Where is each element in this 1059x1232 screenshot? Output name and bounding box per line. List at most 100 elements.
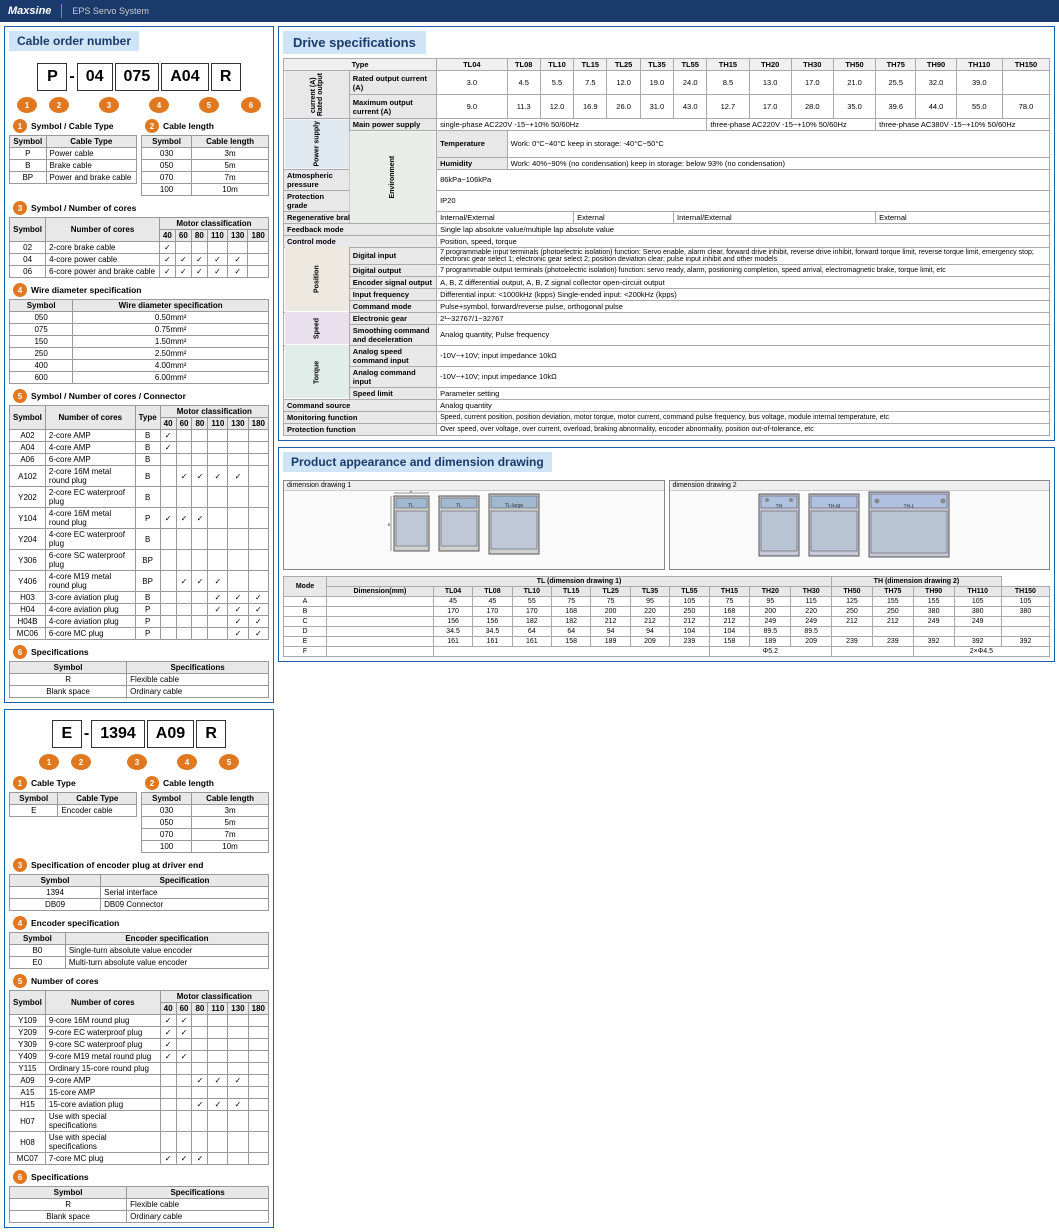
tl-drive-illustration: TL A B TL (284, 491, 664, 561)
table-row: 10010m (142, 841, 269, 853)
cable-tables-row1: 1 Symbol / Cable Type Symbol Cable Type (9, 117, 269, 196)
num-e3: 3 (13, 858, 27, 872)
table-row: A1022-core 16M metal round plugB✓✓✓✓ (10, 466, 269, 487)
drawing-tl: dimension drawing 1 TL A (283, 480, 665, 570)
num-6a: 6 (13, 645, 27, 659)
cable-length-table: Symbol Cable length 0303m 0505m 0707m 10… (141, 135, 269, 196)
cable-type-section: 1 Symbol / Cable Type Symbol Cable Type (9, 117, 137, 196)
wire-dia-table: Symbol Wire diameter specification 0500.… (9, 299, 269, 384)
table-row: 1501.50mm² (10, 336, 269, 348)
e-code-section: E - 1394 A09 R 1 2 3 4 5 (4, 709, 274, 1228)
table-row: Speed Electronic gear 2¹~32767/1~32767 (284, 312, 1050, 324)
code-num-3: 3 (99, 97, 119, 113)
enc-spec-section: 4 Encoder specification SymbolEncoder sp… (9, 914, 269, 969)
svg-text:TL: TL (408, 503, 414, 509)
drawing2-label: dimension drawing 2 (670, 481, 1050, 491)
table-row: Analog command input -10V~+10V; input im… (284, 366, 1050, 387)
enc-flex-section: 6 Specifications SymbolSpecifications RF… (9, 1168, 269, 1223)
table-row: Torque Analog speed command input -10V~+… (284, 345, 1050, 366)
table-row: 4004.00mm² (10, 360, 269, 372)
table-row: 0505m (142, 160, 269, 172)
table-row: 0303m (142, 148, 269, 160)
enc-plug-table: SymbolSpecification 1394Serial interface… (9, 874, 269, 911)
svg-text:TL: TL (456, 503, 462, 509)
svg-text:TL-large: TL-large (504, 503, 523, 509)
code-num-5: 5 (199, 97, 219, 113)
table-row: A066-core AMPB (10, 454, 269, 466)
e-code-display: E - 1394 A09 R (9, 720, 269, 748)
page: Maxsine EPS Servo System Cable order num… (0, 0, 1059, 1232)
enc-length-section: 2 Cable length SymbolCable length 0303m … (141, 774, 269, 853)
table-row: B Brake cable (10, 160, 137, 172)
dimension-section: Mode TL (dimension drawing 1) TH (dimens… (279, 574, 1054, 661)
table-row: 04 4-core power cable ✓✓✓✓✓ (10, 254, 269, 266)
cores-table: Symbol Number of cores Motor classificat… (9, 217, 269, 278)
table-row: Smoothing command and deceleration Analo… (284, 324, 1050, 345)
cable-type-table: Symbol Cable Type P Power cable (9, 135, 137, 184)
table-row: H04B4-core aviation plugP✓✓ (10, 616, 269, 628)
code-enum-2: 2 (71, 754, 91, 770)
spec-header: 6 Specifications (9, 643, 269, 661)
table-row: D 34.534.56464949410410489.589.5 (284, 626, 1050, 636)
encoder-tables-row1: 1 Cable Type SymbolCable Type EEncoder c… (9, 774, 269, 853)
table-row: H1515-core aviation plug✓✓✓ (10, 1099, 269, 1111)
enc-cores-table: Symbol Number of cores Motor classificat… (9, 990, 269, 1165)
table-row: Y4064-core M19 metal round plugBP✓✓✓ (10, 571, 269, 592)
left-panel: Cable order number P - 04 075 A04 R 1 2 … (4, 26, 274, 1228)
table-row: A099-core AMP✓✓✓ (10, 1075, 269, 1087)
table-row: F Φ5.2 2×Φ4.5 (284, 646, 1050, 656)
table-row: E0Multi-turn absolute value encoder (10, 957, 269, 969)
table-row: Blank spaceOrdinary cable (10, 1211, 269, 1223)
table-row: Environment Temperature Work: 0°C~40°C k… (284, 131, 1050, 158)
num-1: 1 (13, 119, 27, 133)
enc-type-table: SymbolCable Type EEncoder cable (9, 792, 137, 817)
drawing-th: dimension drawing 2 TH (669, 480, 1051, 570)
svg-text:TH: TH (776, 504, 783, 510)
product-appearance-box: Product appearance and dimension drawing… (278, 447, 1055, 662)
table-row: Y3066-core SC waterproof plugBP (10, 550, 269, 571)
table-row: C 15615618218221221221221224924921221224… (284, 616, 1050, 626)
table-row: 0505m (142, 817, 269, 829)
cable-type-header: 1 Symbol / Cable Type (9, 117, 137, 135)
table-row: Y2022-core EC waterproof plugB (10, 487, 269, 508)
table-row: 02 2-core brake cable ✓ (10, 242, 269, 254)
code-num-2: 2 (49, 97, 69, 113)
wire-dia-header: 4 Wire diameter specification (9, 281, 269, 299)
drawings-area: dimension drawing 1 TL A (279, 476, 1054, 574)
table-row: Encoder signal output A, B, Z differenti… (284, 276, 1050, 288)
table-row: H044-core aviation plugP✓✓✓ (10, 604, 269, 616)
table-row: 06 6-core power and brake cable ✓✓✓✓✓ (10, 266, 269, 278)
wire-dia-section: 4 Wire diameter specification Symbol Wir… (9, 281, 269, 384)
connector-table: Symbol Number of cores Type Motor classi… (9, 405, 269, 640)
table-row: 0750.75mm² (10, 324, 269, 336)
table-row: Feedback mode Single lap absolute value/… (284, 223, 1050, 235)
code-num-4: 4 (149, 97, 169, 113)
table-row: 10010m (142, 184, 269, 196)
enc-cores-header: 5 Number of cores (9, 972, 269, 990)
main-content: Cable order number P - 04 075 A04 R 1 2 … (0, 22, 1059, 1232)
table-row: RFlexible cable (10, 1199, 269, 1211)
table-row: 0707m (142, 172, 269, 184)
table-row: A044-core AMPB✓ (10, 442, 269, 454)
num-4a: 4 (13, 283, 27, 297)
num-e5: 5 (13, 974, 27, 988)
code-r: R (211, 63, 241, 91)
table-row: Digital output 7 programmable output ter… (284, 264, 1050, 276)
num-e6: 6 (13, 1170, 27, 1184)
table-row: Y3099-core SC waterproof plug✓ (10, 1039, 269, 1051)
th-drive-svg: TH TH-M (749, 491, 969, 561)
cable-order-section: Cable order number P - 04 075 A04 R 1 2 … (4, 26, 274, 703)
table-row: Rated outputcurrent (A) Rated output cur… (284, 71, 1050, 95)
code-r2: R (196, 720, 226, 748)
table-row: H033-core aviation plugB✓✓✓ (10, 592, 269, 604)
th-drive-illustration: TH TH-M (670, 491, 1050, 561)
num-e4: 4 (13, 916, 27, 930)
code-a09: A09 (147, 720, 194, 748)
table-row: P Power cable (10, 148, 137, 160)
table-row: 0500.50mm² (10, 312, 269, 324)
table-row: EEncoder cable (10, 805, 137, 817)
table-row: Maximum output current (A) 9.011.312.016… (284, 95, 1050, 119)
table-row: A022-core AMPB✓ (10, 430, 269, 442)
product-title: Product appearance and dimension drawing (283, 452, 552, 472)
table-row: Y1099-core 16M round plug✓✓ (10, 1015, 269, 1027)
